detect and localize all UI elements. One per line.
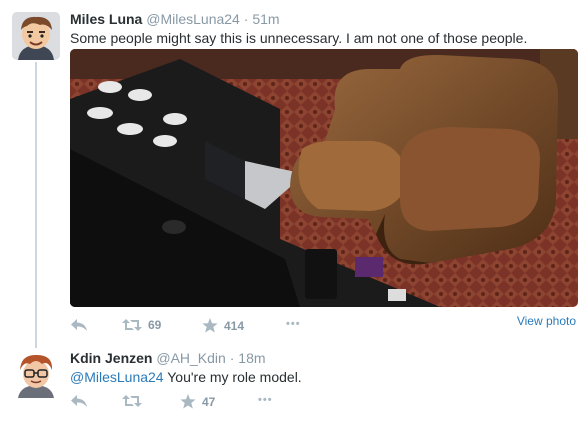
tweet-kdin-jenzen[interactable]: Kdin Jenzen @AH_Kdin · 18m @MilesLuna24 …	[0, 345, 584, 421]
view-photo-link[interactable]: View photo	[517, 314, 576, 328]
separator: ·	[229, 350, 235, 366]
tweet-timestamp[interactable]: 51m	[252, 11, 279, 27]
retweet-icon	[122, 318, 142, 332]
author-handle[interactable]: @MilesLuna24	[146, 11, 240, 27]
conversation-thread-line	[35, 62, 37, 348]
tweet-timestamp[interactable]: 18m	[238, 350, 265, 366]
separator: ·	[243, 11, 249, 27]
retweet-icon	[122, 394, 142, 408]
author-fullname[interactable]: Kdin Jenzen	[70, 350, 152, 366]
star-icon	[202, 318, 218, 333]
favorite-count: 414	[224, 318, 245, 333]
tweet-miles-luna[interactable]: Miles Luna @MilesLuna24 · 51m Some peopl…	[0, 0, 584, 348]
retweet-button[interactable]: 69	[122, 318, 161, 332]
retweet-button[interactable]	[122, 394, 148, 408]
avatar-kdin-jenzen[interactable]	[12, 350, 60, 398]
mention-link[interactable]: @MilesLuna24	[70, 369, 164, 385]
tweet-header: Kdin Jenzen @AH_Kdin · 18m	[70, 350, 266, 366]
reply-text: You're my role model.	[163, 369, 302, 385]
more-button[interactable]: •••	[286, 318, 301, 330]
author-handle[interactable]: @AH_Kdin	[156, 350, 225, 366]
reply-icon	[70, 318, 88, 332]
avatar-miles-luna[interactable]	[12, 12, 60, 60]
more-button[interactable]: •••	[258, 394, 273, 406]
reply-button[interactable]	[70, 318, 88, 332]
more-icon: •••	[286, 318, 301, 330]
favorite-count: 47	[202, 394, 216, 409]
favorite-button[interactable]: 47	[180, 394, 215, 409]
tweet-text: Some people might say this is unnecessar…	[70, 30, 528, 46]
tweet-photo[interactable]	[70, 49, 578, 307]
star-icon	[180, 394, 196, 409]
more-icon: •••	[258, 394, 273, 406]
reply-button[interactable]	[70, 394, 88, 408]
tweet-text: @MilesLuna24 You're my role model.	[70, 368, 302, 386]
reply-icon	[70, 394, 88, 408]
retweet-count: 69	[148, 318, 162, 332]
author-fullname[interactable]: Miles Luna	[70, 11, 142, 27]
tweet-header: Miles Luna @MilesLuna24 · 51m	[70, 11, 280, 27]
favorite-button[interactable]: 414	[202, 318, 244, 333]
